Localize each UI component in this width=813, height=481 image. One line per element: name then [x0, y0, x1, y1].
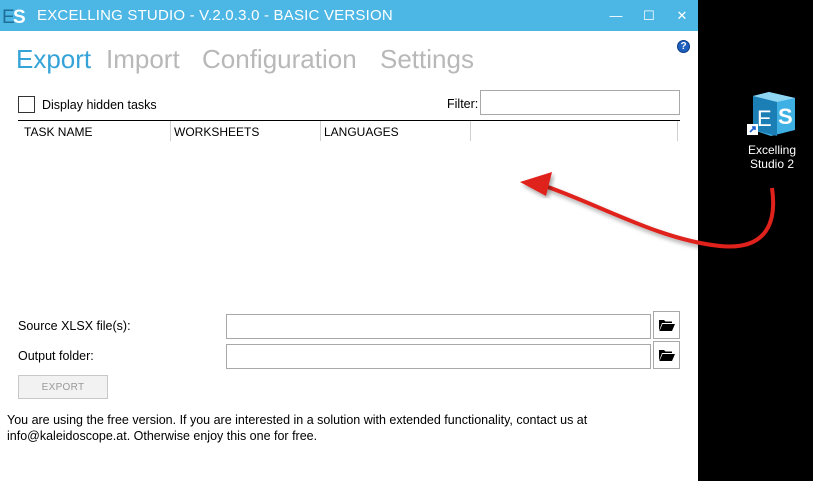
- column-languages[interactable]: LANGUAGES: [318, 121, 471, 141]
- excelling-studio-desktop-icon[interactable]: E S: [747, 92, 797, 136]
- app-logo-icon: E S: [0, 3, 28, 29]
- tab-export[interactable]: Export: [16, 44, 91, 75]
- app-window: E S EXCELLING STUDIO - V.2.0.3.0 - BASIC…: [0, 0, 698, 481]
- help-icon[interactable]: ?: [677, 40, 690, 53]
- output-label: Output folder:: [18, 349, 94, 363]
- display-hidden-checkbox[interactable]: [18, 96, 35, 113]
- folder-open-icon: [658, 320, 675, 331]
- info-text: You are using the free version. If you a…: [7, 413, 588, 443]
- tab-settings[interactable]: Settings: [380, 44, 474, 75]
- svg-text:S: S: [13, 7, 26, 28]
- tab-configuration[interactable]: Configuration: [202, 44, 357, 75]
- source-label: Source XLSX file(s):: [18, 319, 131, 333]
- maximize-button[interactable]: ☐: [633, 0, 665, 31]
- column-empty[interactable]: [468, 121, 678, 141]
- svg-text:E: E: [757, 106, 772, 131]
- folder-open-icon: [658, 350, 675, 361]
- desktop-icon-label-line1: Excelling: [747, 143, 797, 157]
- source-input[interactable]: [226, 314, 651, 339]
- display-hidden-label: Display hidden tasks: [42, 98, 157, 112]
- source-browse-button[interactable]: [653, 311, 680, 339]
- close-button[interactable]: ✕: [666, 0, 698, 31]
- column-worksheets[interactable]: WORKSHEETS: [168, 121, 321, 141]
- export-button[interactable]: EXPORT: [18, 375, 108, 399]
- output-browse-button[interactable]: [653, 341, 680, 369]
- svg-text:S: S: [778, 104, 793, 129]
- desktop-icon-label[interactable]: Excelling Studio 2: [735, 143, 809, 171]
- column-task-name[interactable]: TASK NAME: [18, 121, 171, 141]
- task-grid-header: TASK NAME WORKSHEETS LANGUAGES: [18, 120, 680, 141]
- output-input[interactable]: [226, 344, 651, 369]
- tab-import[interactable]: Import: [106, 44, 180, 75]
- desktop-icon-label-line2: Studio 2: [749, 157, 795, 171]
- title-bar[interactable]: E S EXCELLING STUDIO - V.2.0.3.0 - BASIC…: [0, 0, 698, 31]
- filter-input[interactable]: [480, 90, 680, 115]
- window-title: EXCELLING STUDIO - V.2.0.3.0 - BASIC VER…: [37, 7, 393, 24]
- minimize-button[interactable]: —: [600, 0, 632, 31]
- filter-label: Filter:: [447, 97, 479, 111]
